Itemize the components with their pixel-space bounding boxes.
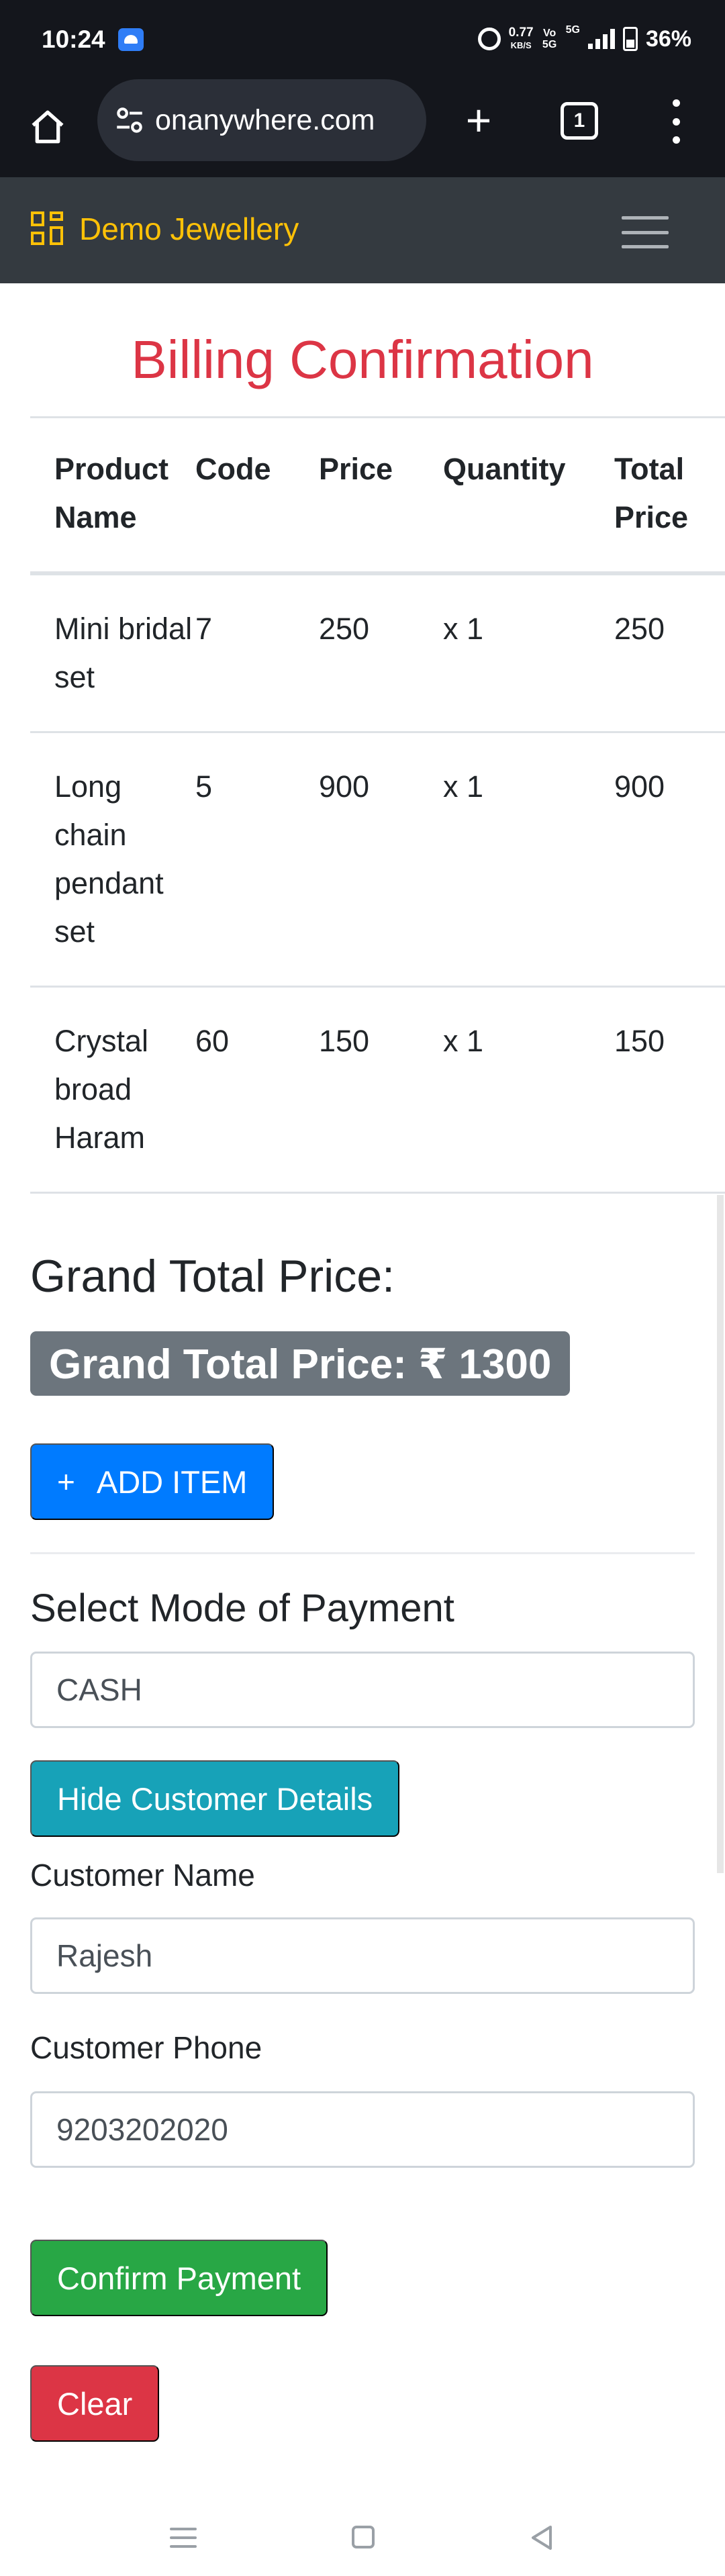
plus-icon: + (57, 1464, 75, 1499)
signal-icon (587, 29, 615, 49)
home-icon[interactable] (24, 103, 71, 150)
payment-mode-label: Select Mode of Payment (30, 1586, 454, 1630)
customer-phone-label: Customer Phone (30, 2030, 262, 2065)
system-navigation-bar (0, 2497, 725, 2576)
page-scrollbar[interactable] (717, 1195, 724, 1873)
cell-product-name: Long chain pendant set (30, 731, 195, 987)
tab-count: 1 (573, 109, 585, 132)
volte-top: Vo (542, 28, 557, 39)
volte-bottom: 5G (542, 39, 557, 50)
recent-apps-icon[interactable] (170, 2528, 197, 2548)
app-navbar: Demo Jewellery (0, 177, 725, 283)
address-bar[interactable]: onanywhere.com (97, 79, 426, 161)
cell-total-price: 900 (614, 731, 725, 987)
net-speed: 0.77 KB/S (508, 25, 534, 52)
divider (30, 1552, 695, 1554)
page-title: Billing Confirmation (131, 330, 594, 389)
customer-name-input[interactable]: Rajesh (30, 1917, 695, 1994)
confirm-payment-button[interactable]: Confirm Payment (30, 2240, 328, 2316)
network-type: 5G (565, 24, 580, 36)
browser-toolbar: onanywhere.com + 1 (0, 79, 725, 177)
clear-button[interactable]: Clear (30, 2365, 160, 2442)
table-row: Long chain pendant set 5 900 x 1 900 (30, 731, 725, 987)
brand-name: Demo Jewellery (79, 211, 299, 246)
header-product-name: Product Name (30, 416, 195, 575)
system-home-icon[interactable] (352, 2526, 375, 2548)
table-row: Crystal broad Haram 60 150 x 1 150 (30, 986, 725, 1194)
cell-total-price: 150 (614, 986, 725, 1194)
cell-code: 5 (195, 731, 319, 987)
grand-total-badge: Grand Total Price: ₹ 1300 (30, 1331, 571, 1396)
header-total-price: Total Price (614, 416, 725, 575)
cell-quantity: x 1 (443, 986, 614, 1194)
grid-icon (31, 211, 64, 246)
new-tab-icon[interactable]: + (456, 98, 501, 142)
cell-code: 7 (195, 572, 319, 732)
battery-icon (622, 27, 638, 51)
hide-customer-details-button[interactable]: Hide Customer Details (30, 1760, 400, 1837)
more-menu-icon[interactable] (661, 99, 691, 144)
cell-price: 150 (319, 986, 443, 1194)
cell-quantity: x 1 (443, 572, 614, 732)
hamburger-menu-icon[interactable] (608, 211, 682, 254)
notification-app-icon (118, 28, 144, 51)
table-row: Mini bridal set 7 250 x 1 250 (30, 572, 725, 732)
battery-percent: 36% (645, 26, 691, 52)
brand[interactable]: Demo Jewellery (31, 211, 299, 247)
payment-mode-select[interactable]: CASH (30, 1652, 695, 1728)
cell-total-price: 250 (614, 572, 725, 732)
cell-product-name: Mini bridal set (30, 572, 195, 732)
header-price: Price (319, 416, 443, 575)
status-time: 10:24 (42, 26, 105, 53)
cell-price: 250 (319, 572, 443, 732)
back-icon[interactable] (529, 2524, 553, 2555)
customer-phone-input[interactable]: 9203202020 (30, 2091, 695, 2168)
customer-name-label: Customer Name (30, 1858, 255, 1893)
bill-table: Product Name Code Price Quantity Total P… (30, 416, 725, 1194)
cell-quantity: x 1 (443, 731, 614, 987)
cell-product-name: Crystal broad Haram (30, 986, 195, 1194)
header-quantity: Quantity (443, 416, 614, 575)
add-item-label: ADD ITEM (96, 1464, 248, 1500)
url-text: onanywhere.com (155, 103, 375, 136)
volte-indicator: Vo 5G (542, 28, 558, 50)
table-header-row: Product Name Code Price Quantity Total P… (30, 416, 725, 575)
net-speed-value: 0.77 (508, 25, 534, 40)
net-speed-unit: KB/S (510, 40, 532, 50)
cell-code: 60 (195, 986, 319, 1194)
status-icons: 0.77 KB/S Vo 5G 5G 36% (477, 24, 691, 54)
site-settings-icon[interactable] (111, 101, 148, 139)
grand-total-heading: Grand Total Price: (30, 1251, 395, 1302)
alarm-icon (477, 28, 501, 50)
cell-price: 900 (319, 731, 443, 987)
header-code: Code (195, 416, 319, 575)
tab-switcher-button[interactable]: 1 (561, 102, 598, 140)
status-bar: 10:24 0.77 KB/S Vo 5G 5G 36% (0, 0, 725, 79)
add-item-button[interactable]: + ADD ITEM (30, 1443, 275, 1520)
